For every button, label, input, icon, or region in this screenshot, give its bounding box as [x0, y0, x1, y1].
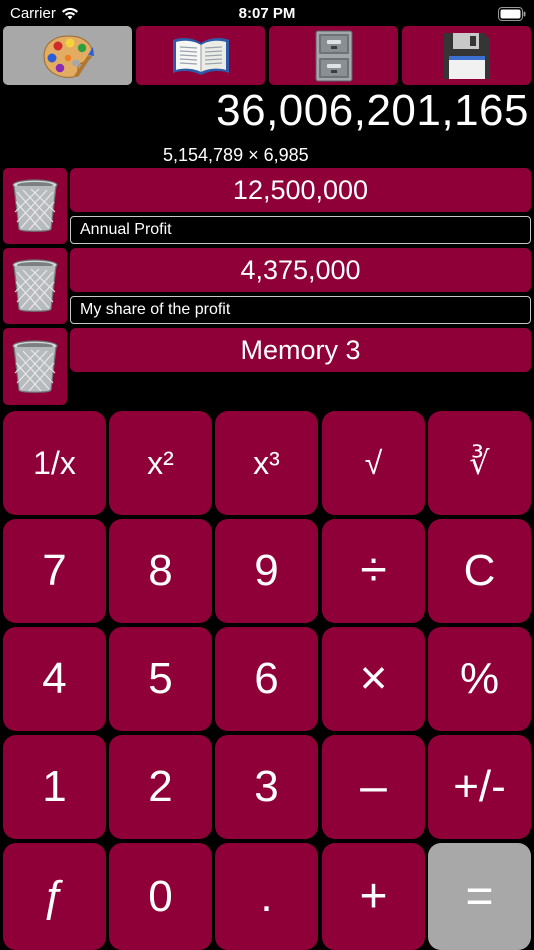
multiply-key[interactable]: ×	[322, 627, 425, 731]
cube-root-key[interactable]: ∛	[428, 411, 531, 515]
digit-3-key[interactable]: 3	[215, 735, 318, 839]
square-root-key[interactable]: √	[322, 411, 425, 515]
save-button[interactable]	[402, 26, 531, 85]
clock: 8:07 PM	[238, 5, 296, 22]
help-book-button[interactable]	[136, 26, 265, 85]
add-key[interactable]: +	[322, 843, 425, 950]
status-bar: Carrier 8:07 PM	[0, 0, 534, 28]
digit-9-key[interactable]: 9	[215, 519, 318, 623]
equals-key[interactable]: =	[428, 843, 531, 950]
keypad: 1/x x² x³ √ ∛ 7 8 9 ÷ C 4 5 6 × % 1 2 3 …	[0, 408, 534, 950]
function-key[interactable]: ƒ	[3, 843, 106, 950]
digit-2-key[interactable]: 2	[109, 735, 212, 839]
digit-0-key[interactable]: 0	[109, 843, 212, 950]
battery-icon	[498, 7, 526, 21]
clear-key[interactable]: C	[428, 519, 531, 623]
square-key[interactable]: x²	[109, 411, 212, 515]
memory-1-label[interactable]: Annual Profit	[70, 216, 531, 244]
open-book-icon	[172, 37, 229, 75]
palette-icon	[42, 34, 94, 78]
memory-2-value[interactable]: 4,375,000	[70, 248, 531, 292]
trash-can-icon	[12, 339, 58, 393]
memory-3-value[interactable]: Memory 3	[70, 328, 531, 372]
memory-2-clear-button[interactable]	[3, 248, 67, 324]
subtract-key[interactable]: –	[322, 735, 425, 839]
digit-8-key[interactable]: 8	[109, 519, 212, 623]
expression-display: 5,154,789 × 6,985	[163, 145, 309, 165]
memory-1-clear-button[interactable]	[3, 168, 67, 244]
decimal-point-key[interactable]: .	[215, 843, 318, 950]
percent-key[interactable]: %	[428, 627, 531, 731]
reciprocal-key[interactable]: 1/x	[3, 411, 106, 515]
digit-5-key[interactable]: 5	[109, 627, 212, 731]
result-display: 36,006,201,165	[216, 86, 529, 135]
cube-key[interactable]: x³	[215, 411, 318, 515]
plus-minus-key[interactable]: +/-	[428, 735, 531, 839]
trash-can-icon	[12, 179, 58, 232]
digit-1-key[interactable]: 1	[3, 735, 106, 839]
digit-7-key[interactable]: 7	[3, 519, 106, 623]
memory-1-value[interactable]: 12,500,000	[70, 168, 531, 212]
trash-can-icon	[12, 259, 58, 312]
theme-button[interactable]	[3, 26, 132, 85]
file-cabinet-icon	[315, 30, 352, 81]
file-cabinet-button[interactable]	[269, 26, 398, 85]
memory-3-clear-button[interactable]	[3, 328, 67, 405]
memory-2-label[interactable]: My share of the profit	[70, 296, 531, 324]
divide-key[interactable]: ÷	[322, 519, 425, 623]
toolbar	[3, 26, 531, 85]
digit-6-key[interactable]: 6	[215, 627, 318, 731]
digit-4-key[interactable]: 4	[3, 627, 106, 731]
floppy-disk-icon	[443, 32, 490, 79]
